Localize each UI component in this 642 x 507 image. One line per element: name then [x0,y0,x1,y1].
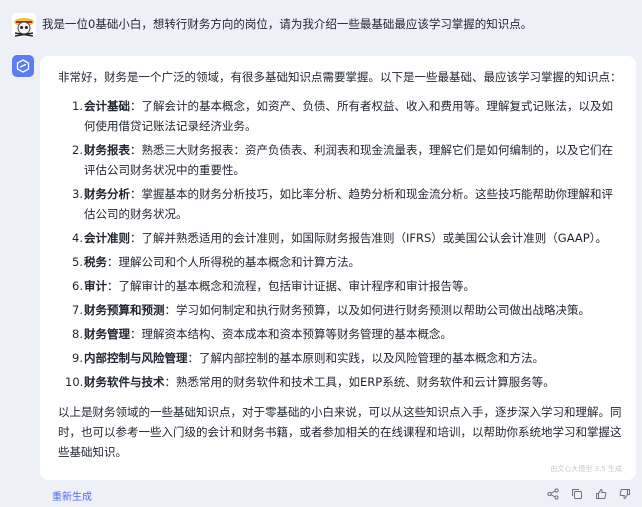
item-number: 4. [72,231,83,245]
list-item: 7. 财务预算和预测：学习如何制定和执行财务预算，以及如何进行财务预测以帮助公司做… [58,300,622,320]
item-term: 会计准则 [84,231,130,245]
item-number: 8. [72,327,83,341]
item-term: 税务 [84,255,107,269]
item-text: ：了解审计的基本概念和流程，包括审计证据、审计程序和审计报告等。 [107,279,475,293]
list-item: 6. 审计：了解审计的基本概念和流程，包括审计证据、审计程序和审计报告等。 [58,276,622,296]
item-text: ：熟悉三大财务报表：资产负债表、利润表和现金流量表，理解它们是如何编制的，以及它… [84,143,613,177]
user-message-text: 我是一位0基础小白，想转行财务方向的岗位，请为我介绍一些最基础最应该学习掌握的知… [42,17,533,31]
item-number: 10. [65,375,84,389]
item-term: 内部控制与风险管理 [84,351,188,365]
item-number: 1. [72,99,83,113]
item-term: 财务管理 [84,327,130,341]
list-item: 3. 财务分析：掌握基本的财务分析技巧，如比率分析、趋势分析和现金流分析。这些技巧… [58,184,622,224]
item-text: ：了解内部控制的基本原则和实践，以及风险管理的基本概念和方法。 [187,351,545,365]
assistant-logo-icon [16,59,30,73]
item-number: 3. [72,187,83,201]
item-text: ：理解资本结构、资本成本和资本预算等财务管理的基本概念。 [130,327,452,341]
assistant-answer-card: 非常好，财务是一个广泛的领域，有很多基础知识点需要掌握。以下是一些最基础、最应该… [40,56,636,480]
user-avatar [12,13,36,37]
skull-straw-hat-icon [14,18,34,37]
chat-page: 我是一位0基础小白，想转行财务方向的岗位，请为我介绍一些最基础最应该学习掌握的知… [0,0,642,507]
list-item: 9. 内部控制与风险管理：了解内部控制的基本原则和实践，以及风险管理的基本概念和方… [58,348,622,368]
item-number: 6. [72,279,83,293]
thumbs-down-icon[interactable] [618,487,632,501]
share-icon[interactable] [546,487,560,501]
list-item: 8. 财务管理：理解资本结构、资本成本和资本预算等财务管理的基本概念。 [58,324,622,344]
item-number: 7. [72,303,83,317]
item-text: ：熟悉常用的财务软件和技术工具，如ERP系统、财务软件和云计算服务等。 [164,375,555,389]
item-term: 财务报表 [84,143,130,157]
user-message-row: 我是一位0基础小白，想转行财务方向的岗位，请为我介绍一些最基础最应该学习掌握的知… [0,0,642,48]
knowledge-point-list: 1. 会计基础：了解会计的基本概念，如资产、负债、所有者权益、收入和费用等。理解复… [58,96,622,392]
item-text: ：学习如何制定和执行财务预算，以及如何进行财务预测以帮助公司做出战略决策。 [164,303,591,317]
copy-icon[interactable] [570,487,584,501]
item-text: ：了解并熟悉适用的会计准则，如国际财务报告准则（IFRS）或美国公认会计准则（G… [130,231,607,245]
regenerate-button[interactable]: 重新生成 [52,488,92,503]
list-item: 2. 财务报表：熟悉三大财务报表：资产负债表、利润表和现金流量表，理解它们是如何编… [58,140,622,180]
item-number: 5. [72,255,83,269]
list-item: 1. 会计基础：了解会计的基本概念，如资产、负债、所有者权益、收入和费用等。理解复… [58,96,622,136]
item-text: ：了解会计的基本概念，如资产、负债、所有者权益、收入和费用等。理解复式记账法，以… [84,99,613,133]
item-term: 财务预算和预测 [84,303,165,317]
item-term: 财务软件与技术 [84,375,165,389]
thumbs-up-icon[interactable] [594,487,608,501]
list-item: 5. 税务：理解公司和个人所得税的基本概念和计算方法。 [58,252,622,272]
item-term: 审计 [84,279,107,293]
item-number: 2. [72,143,83,157]
answer-intro: 非常好，财务是一个广泛的领域，有很多基础知识点需要掌握。以下是一些最基础、最应该… [58,70,622,84]
assistant-avatar [12,55,34,77]
list-item: 10. 财务软件与技术：熟悉常用的财务软件和技术工具，如ERP系统、财务软件和云计… [58,372,622,392]
item-term: 会计基础 [84,99,130,113]
answer-action-icons [546,487,632,501]
item-number: 9. [72,351,83,365]
item-text: ：理解公司和个人所得税的基本概念和计算方法。 [107,255,360,269]
answer-conclusion: 以上是财务领域的一些基础知识点，对于零基础的小白来说，可以从这些知识点入手，逐步… [58,405,622,459]
list-item: 4. 会计准则：了解并熟悉适用的会计准则，如国际财务报告准则（IFRS）或美国公认… [58,228,622,248]
item-text: ：掌握基本的财务分析技巧，如比率分析、趋势分析和现金流分析。这些技巧能帮助你理解… [84,187,613,221]
answer-action-bar: 重新生成 [0,482,642,507]
model-watermark: 由文心大模型 3.5 生成 [550,465,622,473]
item-term: 财务分析 [84,187,130,201]
